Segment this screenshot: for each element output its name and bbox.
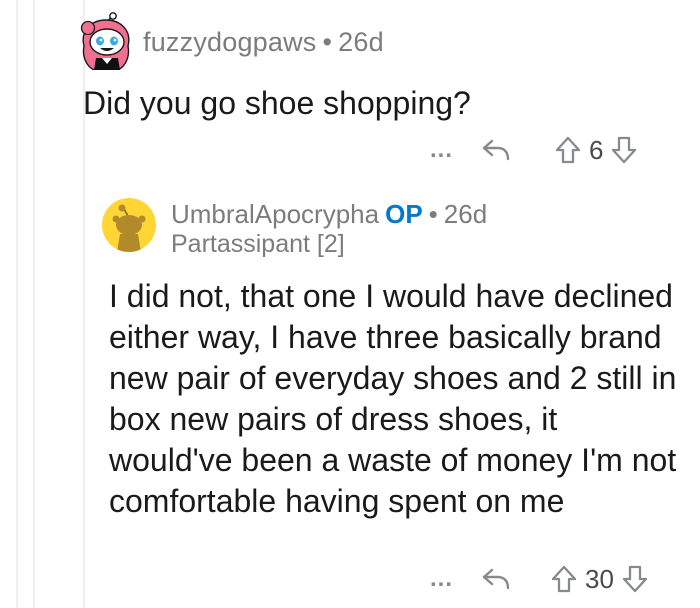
downvote-icon[interactable]	[622, 565, 648, 593]
reply-icon[interactable]	[481, 137, 511, 163]
meta-separator: •	[322, 27, 333, 57]
comment-actions: ... 30	[430, 561, 648, 597]
comment-meta: UmbralApocrypha OP • 26d	[171, 199, 487, 230]
username[interactable]: UmbralApocrypha	[171, 199, 379, 229]
vote-score: 6	[589, 134, 604, 165]
user-flair: Partassipant [2]	[171, 230, 345, 258]
meta-separator: •	[428, 199, 438, 229]
more-options-button[interactable]: ...	[430, 565, 453, 593]
op-badge: OP	[385, 199, 423, 229]
vote-score: 30	[585, 563, 614, 594]
upvote-icon[interactable]	[551, 565, 577, 593]
comment-actions: ... 6	[430, 132, 637, 168]
comment-body: I did not, that one I would have decline…	[109, 278, 677, 519]
thread-line-level-2[interactable]	[33, 0, 35, 608]
upvote-icon[interactable]	[555, 136, 581, 164]
username[interactable]: fuzzydogpaws	[143, 27, 317, 57]
comment-age[interactable]: 26d	[338, 27, 384, 57]
thread-line-level-1[interactable]	[16, 0, 18, 608]
comment-meta: fuzzydogpaws • 26d	[143, 27, 384, 58]
comment-body: Did you go shoe shopping?	[83, 85, 471, 121]
reply-icon[interactable]	[481, 566, 511, 592]
downvote-icon[interactable]	[611, 136, 637, 164]
more-options-button[interactable]: ...	[430, 136, 453, 164]
snoo-avatar-pink-hair-icon[interactable]	[78, 12, 134, 71]
comment-age[interactable]: 26d	[444, 199, 487, 229]
snoo-avatar-default-icon[interactable]	[102, 198, 156, 252]
